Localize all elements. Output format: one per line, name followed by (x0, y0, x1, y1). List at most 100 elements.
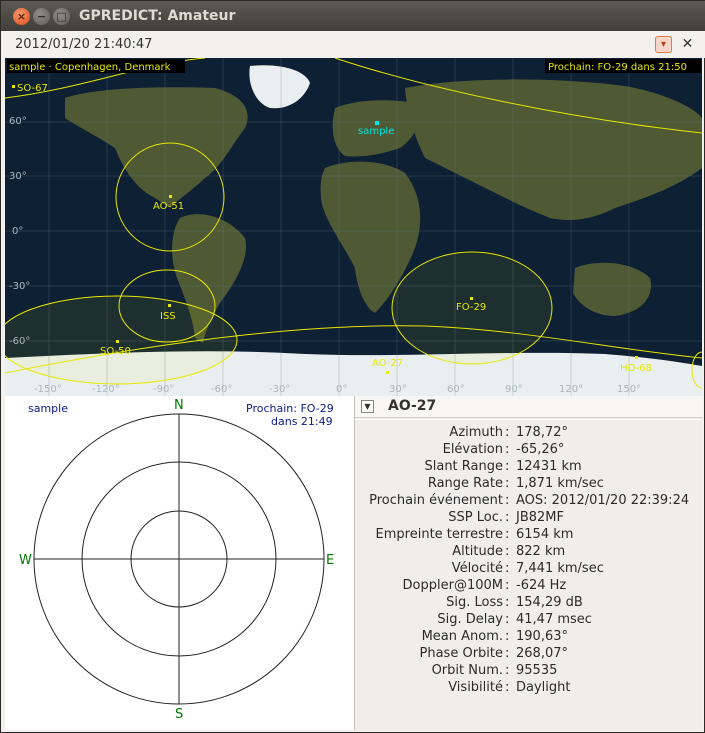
module-menu-button[interactable]: ▾ (655, 36, 672, 53)
lon-label: 120° (559, 384, 583, 395)
info-row: Altitude:822 km (452, 544, 566, 559)
info-label: Visibilité (448, 680, 503, 695)
lat-label: -60° (9, 336, 30, 347)
info-value: Daylight (516, 680, 571, 695)
info-value: 7,441 km/sec (516, 561, 604, 576)
info-label: Empreinte terrestre (375, 527, 503, 542)
gpredict-window: × − □ GPREDICT: Amateur 2012/01/20 21:40… (0, 0, 705, 733)
info-label: Altitude (452, 544, 503, 559)
qth-label: sample · Copenhagen, Denmark (9, 62, 171, 73)
compass-south: S (175, 707, 184, 722)
info-value: -65,26° (516, 442, 565, 457)
module-toolbar: 2012/01/20 21:40:47 ▾ ✕ (1, 31, 705, 58)
info-value: -624 Hz (516, 578, 567, 593)
info-label: Doppler@100M (402, 578, 503, 593)
info-table: Azimuth:178,72° Elévation: -65,26° Slant … (355, 419, 702, 730)
module-close-button[interactable]: ✕ (679, 36, 696, 53)
window-close-button[interactable]: × (13, 8, 30, 25)
info-label: Prochain événement (369, 493, 503, 508)
lon-label: -30° (269, 384, 290, 395)
so50-footprint (5, 295, 238, 385)
info-label: Vélocité (451, 561, 503, 576)
info-value: 190,63° (516, 629, 568, 644)
info-label: Azimuth (449, 425, 503, 440)
lat-label: 60° (9, 116, 27, 127)
time-readout: 2012/01/20 21:40:47 (15, 37, 153, 52)
info-label: Sig. Loss (446, 595, 503, 610)
compass-north: N (174, 398, 184, 413)
sat-label: FO-29 (456, 302, 486, 313)
lat-label: 30° (9, 171, 27, 182)
compass-east: E (326, 553, 335, 568)
lon-label: -90° (153, 384, 174, 395)
info-value: 268,07° (516, 646, 568, 661)
info-row: Mean Anom.:190,63° (421, 629, 568, 644)
title-bar: × − □ GPREDICT: Amateur (1, 1, 705, 31)
satellite-select-button[interactable]: ▼ (361, 400, 374, 413)
window-minimize-button[interactable]: − (33, 8, 50, 25)
world-map-view[interactable]: sample · Copenhagen, Denmark Prochain: F… (5, 58, 702, 396)
info-label: SSP Loc. (448, 510, 503, 525)
info-row: Sig. Delay:41,47 msec (437, 612, 592, 627)
info-label: Sig. Delay (437, 612, 503, 627)
compass-west: W (19, 553, 32, 568)
sat-label: SO-50 (100, 346, 131, 357)
info-row: Range Rate:1,871 km/sec (427, 476, 604, 491)
info-label: Mean Anom. (421, 629, 503, 644)
info-row: Azimuth:178,72° (449, 425, 568, 440)
satellite-info-panel: ▼ AO-27 Azimuth:178,72° Elévation: -65,26… (354, 396, 703, 730)
info-label: Range Rate (427, 476, 503, 491)
info-row: Phase Orbite:268,07° (419, 646, 568, 661)
close-icon: ✕ (681, 36, 694, 52)
info-value: 154,29 dB (516, 595, 583, 610)
window-maximize-button[interactable]: □ (53, 8, 70, 25)
info-label: Orbit Num. (431, 663, 503, 678)
info-label: Slant Range (424, 459, 503, 474)
info-row: Orbit Num.:95535 (431, 663, 558, 678)
info-row: Vélocité:7,441 km/sec (451, 561, 604, 576)
satellite-so67[interactable]: SO-67 (12, 83, 48, 94)
next-pass-label: Prochain: FO-29 dans 21:50 (548, 62, 687, 73)
info-row: Slant Range:12431 km (424, 459, 582, 474)
window-title: GPREDICT: Amateur (79, 8, 236, 24)
info-label: Elévation (442, 442, 503, 457)
polar-next-pass-1: Prochain: FO-29 (246, 402, 334, 415)
info-label: Phase Orbite (419, 646, 503, 661)
info-row: Sig. Loss:154,29 dB (446, 595, 583, 610)
minimize-icon: − (36, 10, 47, 23)
lon-label: -150° (34, 384, 62, 395)
info-value: AOS: 2012/01/20 22:39:24 (516, 493, 690, 508)
polar-station-label: sample (28, 402, 68, 415)
lat-label: -30° (9, 281, 30, 292)
sat-label: ISS (160, 311, 176, 322)
lon-label: 90° (505, 384, 523, 395)
info-row: Empreinte terrestre:6154 km (375, 527, 574, 542)
sat-label: AO-27 (372, 358, 403, 369)
maximize-icon: □ (56, 10, 67, 23)
sat-label: AO-51 (153, 201, 184, 212)
info-value: 12431 km (516, 459, 582, 474)
info-header: ▼ AO-27 (355, 396, 703, 418)
close-icon: × (16, 10, 27, 23)
sat-label: HO-68 (620, 363, 652, 374)
lon-label: -120° (92, 384, 120, 395)
selected-satellite: AO-27 (388, 398, 437, 414)
chevron-down-icon: ▼ (364, 402, 371, 411)
info-row: Doppler@100M: -624 Hz (402, 578, 567, 593)
lower-panel: sample Prochain: FO-29 dans 21:49 N S W … (5, 396, 703, 730)
info-value: 6154 km (516, 527, 574, 542)
polar-view[interactable]: sample Prochain: FO-29 dans 21:49 N S W … (5, 396, 353, 730)
info-value: 178,72° (516, 425, 568, 440)
lon-label: 0° (336, 384, 347, 395)
info-value: 1,871 km/sec (516, 476, 604, 491)
info-value: 41,47 msec (516, 612, 592, 627)
lat-label: 0° (12, 226, 23, 237)
chevron-down-icon: ▾ (660, 39, 667, 50)
info-value: 95535 (516, 663, 558, 678)
info-row: SSP Loc.: JB82MF (448, 510, 564, 525)
sat-label: SO-67 (17, 83, 48, 94)
lon-label: -60° (211, 384, 232, 395)
lon-label: 60° (447, 384, 465, 395)
lon-label: 150° (617, 384, 641, 395)
info-row: Elévation: -65,26° (442, 442, 565, 457)
